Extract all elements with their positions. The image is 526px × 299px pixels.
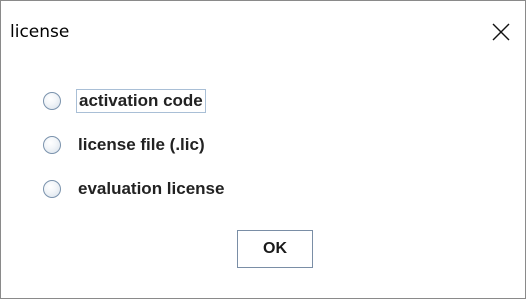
title-bar[interactable]: license	[1, 1, 525, 63]
license-dialog: license activation code license file (.l…	[0, 0, 526, 299]
radio-label: activation code	[76, 89, 206, 113]
radio-button[interactable]	[43, 92, 61, 110]
radio-label: evaluation license	[78, 179, 225, 198]
radio-label: license file (.lic)	[78, 135, 205, 154]
close-icon	[492, 23, 510, 41]
radio-option-evaluation-license[interactable]: evaluation license	[43, 174, 226, 204]
radio-option-license-file[interactable]: license file (.lic)	[43, 130, 207, 160]
radio-option-activation-code[interactable]: activation code	[43, 86, 206, 116]
dialog-content: activation code license file (.lic) eval…	[1, 63, 525, 298]
close-button[interactable]	[477, 9, 525, 55]
radio-button[interactable]	[43, 180, 61, 198]
dialog-title: license	[10, 22, 70, 42]
radio-button[interactable]	[43, 136, 61, 154]
ok-button[interactable]: OK	[237, 230, 313, 268]
